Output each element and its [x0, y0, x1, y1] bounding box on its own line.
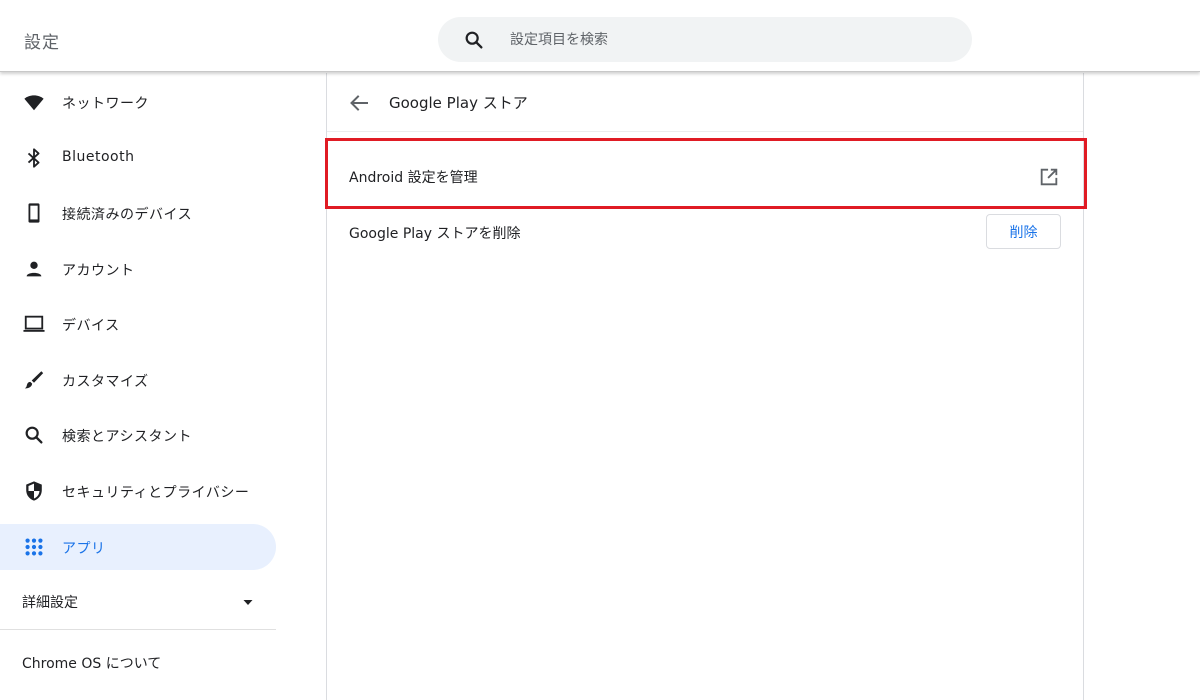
sidebar-item-network[interactable]: ネットワーク: [0, 79, 276, 125]
advanced-settings-toggle[interactable]: 詳細設定: [0, 580, 276, 624]
search-icon: [25, 426, 43, 444]
sidebar: ネットワーク Bluetooth 接続済みのデバイス アカウント デバイス カス…: [0, 73, 276, 700]
open-in-new-icon[interactable]: [1038, 166, 1060, 188]
phone-icon: [28, 203, 40, 223]
top-bar: 設定: [0, 0, 1200, 72]
manage-android-settings-row[interactable]: Android 設定を管理: [327, 141, 1083, 211]
sidebar-item-customize[interactable]: カスタマイズ: [0, 357, 276, 403]
brush-icon: [24, 371, 44, 389]
sidebar-item-connected-devices[interactable]: 接続済みのデバイス: [0, 190, 276, 236]
sidebar-item-security[interactable]: セキュリティとプライバシー: [0, 468, 276, 514]
sidebar-item-label: 接続済みのデバイス: [62, 207, 193, 223]
sidebar-item-label: セキュリティとプライバシー: [62, 485, 250, 501]
page-title: Google Play ストア: [389, 94, 528, 112]
remove-button[interactable]: 削除: [986, 214, 1061, 249]
remove-play-store-row: Google Play ストアを削除 削除: [327, 213, 1083, 253]
sidebar-item-label: ネットワーク: [62, 96, 149, 112]
remove-play-store-label: Google Play ストアを削除: [349, 226, 521, 242]
sidebar-item-label: 検索とアシスタント: [62, 429, 192, 445]
bluetooth-icon: [27, 148, 40, 168]
app-title: 設定: [24, 33, 60, 53]
sidebar-item-device[interactable]: デバイス: [0, 301, 276, 347]
sidebar-item-label: Bluetooth: [62, 149, 135, 165]
apps-grid-icon: [25, 538, 43, 556]
title-divider: [327, 131, 1083, 132]
about-chrome-os-link[interactable]: Chrome OS について: [0, 641, 276, 685]
person-icon: [26, 261, 42, 277]
settings-card: Google Play ストア Android 設定を管理 Google Pla…: [326, 73, 1084, 700]
manage-android-settings-label: Android 設定を管理: [349, 170, 478, 186]
sidebar-item-search-assistant[interactable]: 検索とアシスタント: [0, 412, 276, 458]
sidebar-item-label: アカウント: [62, 263, 135, 279]
caret-down-icon: [243, 600, 253, 605]
about-chrome-os-label: Chrome OS について: [22, 656, 162, 672]
advanced-settings-label: 詳細設定: [22, 595, 78, 611]
sidebar-item-label: アプリ: [62, 541, 106, 557]
sidebar-item-account[interactable]: アカウント: [0, 246, 276, 292]
search-icon: [465, 31, 483, 49]
search-input[interactable]: [510, 17, 950, 62]
wifi-icon: [24, 95, 44, 111]
search-box[interactable]: [438, 17, 972, 62]
back-arrow-icon[interactable]: [347, 91, 371, 115]
sidebar-item-bluetooth[interactable]: Bluetooth: [0, 135, 276, 181]
laptop-icon: [23, 315, 45, 332]
sidebar-item-label: カスタマイズ: [62, 374, 149, 390]
sidebar-item-apps[interactable]: アプリ: [0, 524, 276, 570]
sidebar-divider: [0, 629, 276, 630]
shield-icon: [26, 481, 42, 501]
sidebar-item-label: デバイス: [62, 318, 120, 334]
